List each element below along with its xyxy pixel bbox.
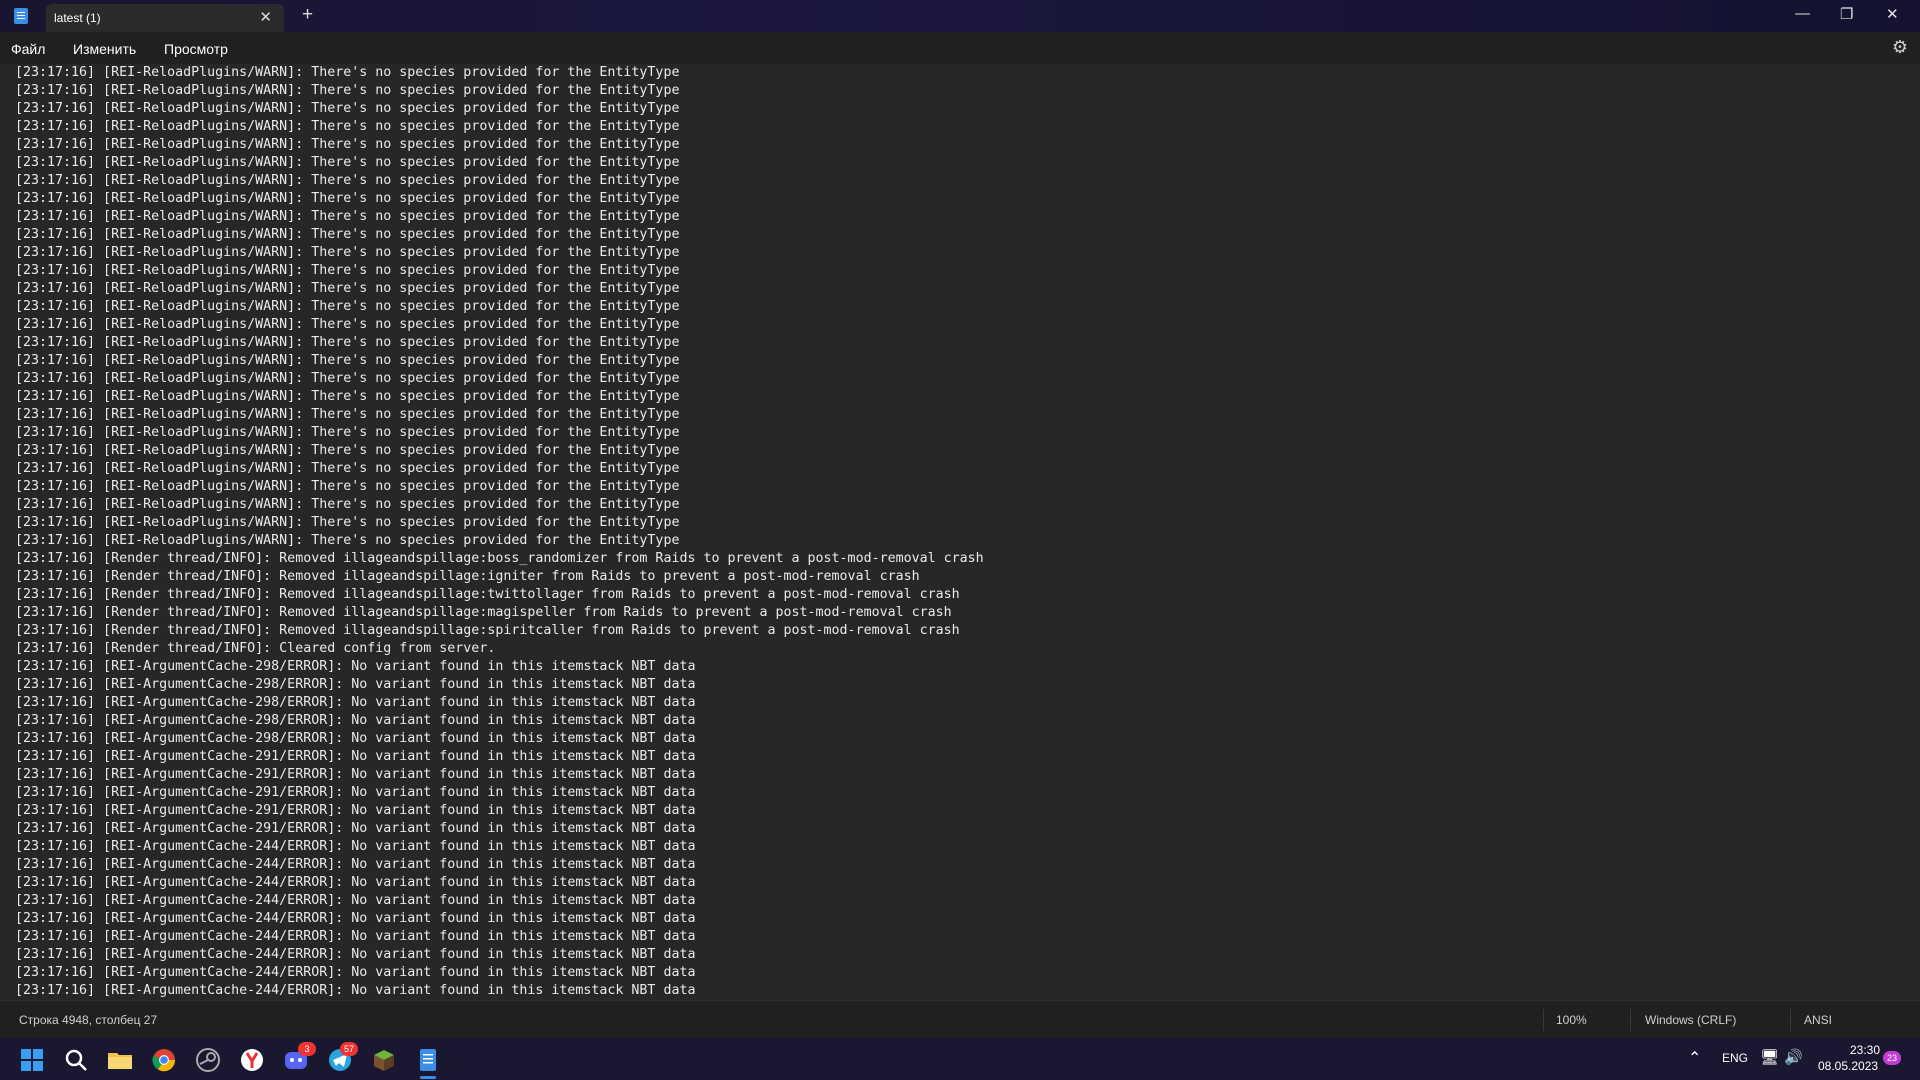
menu-edit[interactable]: Изменить — [73, 41, 136, 57]
file-explorer-icon[interactable] — [104, 1044, 136, 1076]
log-line: [23:17:16] [REI-ReloadPlugins/WARN]: The… — [15, 335, 680, 350]
log-line: [23:17:16] [REI-ReloadPlugins/WARN]: The… — [15, 245, 680, 260]
log-line: [23:17:16] [REI-ReloadPlugins/WARN]: The… — [15, 83, 680, 98]
active-app-indicator — [420, 1076, 436, 1079]
log-line: [23:17:16] [REI-ArgumentCache-244/ERROR]… — [15, 965, 696, 980]
title-bar: latest (1) ✕ + — ❐ ✕ — [0, 0, 1920, 32]
log-line: [23:17:16] [REI-ArgumentCache-244/ERROR]… — [15, 875, 696, 890]
status-divider — [1630, 1009, 1631, 1031]
log-line: [23:17:16] [REI-ArgumentCache-298/ERROR]… — [15, 731, 696, 746]
log-line: [23:17:16] [REI-ReloadPlugins/WARN]: The… — [15, 65, 680, 80]
log-line: [23:17:16] [REI-ArgumentCache-244/ERROR]… — [15, 947, 696, 962]
log-line: [23:17:16] [REI-ReloadPlugins/WARN]: The… — [15, 533, 680, 548]
text-editor[interactable]: [23:17:16] [REI-ReloadPlugins/WARN]: The… — [0, 64, 1920, 1000]
log-line: [23:17:16] [Render thread/INFO]: Removed… — [15, 605, 952, 620]
log-line: [23:17:16] [Render thread/INFO]: Removed… — [15, 623, 960, 638]
new-tab-button[interactable]: + — [302, 4, 313, 26]
log-line: [23:17:16] [REI-ReloadPlugins/WARN]: The… — [15, 353, 680, 368]
log-line: [23:17:16] [Render thread/INFO]: Removed… — [15, 551, 984, 566]
log-line: [23:17:16] [REI-ReloadPlugins/WARN]: The… — [15, 101, 680, 116]
network-icon[interactable]: 🖥 — [1760, 1048, 1779, 1066]
log-line: [23:17:16] [REI-ReloadPlugins/WARN]: The… — [15, 317, 680, 332]
log-line: [23:17:16] [REI-ReloadPlugins/WARN]: The… — [15, 389, 680, 404]
cursor-position: Строка 4948, столбец 27 — [19, 1013, 158, 1027]
notepad-taskbar-icon[interactable] — [412, 1044, 444, 1076]
log-line: [23:17:16] [REI-ArgumentCache-291/ERROR]… — [15, 749, 696, 764]
notification-badge[interactable]: 23 — [1883, 1051, 1901, 1065]
close-window-button[interactable]: ✕ — [1886, 5, 1899, 23]
notepad-icon — [14, 8, 28, 24]
menu-bar: Файл Изменить Просмотр ⚙ — [0, 32, 1920, 64]
windows-start-icon[interactable] — [16, 1044, 48, 1076]
menu-file[interactable]: Файл — [11, 41, 45, 57]
log-line: [23:17:16] [REI-ReloadPlugins/WARN]: The… — [15, 281, 680, 296]
chrome-icon[interactable] — [148, 1044, 180, 1076]
log-line: [23:17:16] [REI-ArgumentCache-298/ERROR]… — [15, 695, 696, 710]
log-line: [23:17:16] [REI-ArgumentCache-298/ERROR]… — [15, 677, 696, 692]
telegram-badge: 57 — [340, 1042, 358, 1056]
status-divider — [1790, 1009, 1791, 1031]
log-line: [23:17:16] [REI-ReloadPlugins/WARN]: The… — [15, 191, 680, 206]
volume-icon[interactable]: 🔊 — [1784, 1048, 1803, 1066]
log-line: [23:17:16] [Render thread/INFO]: Cleared… — [15, 641, 496, 656]
log-line: [23:17:16] [REI-ArgumentCache-244/ERROR]… — [15, 983, 696, 998]
taskbar: 3 57 ⌃ ENG 🖥 🔊 23:30 08.05.2023 23 — [0, 1038, 1920, 1080]
menu-view[interactable]: Просмотр — [164, 41, 228, 57]
log-line: [23:17:16] [REI-ReloadPlugins/WARN]: The… — [15, 461, 680, 476]
zoom-level: 100% — [1556, 1013, 1587, 1027]
log-line: [23:17:16] [REI-ArgumentCache-291/ERROR]… — [15, 785, 696, 800]
minimize-button[interactable]: — — [1795, 5, 1810, 22]
yandex-browser-icon[interactable] — [236, 1044, 268, 1076]
editor-lines: [23:17:16] [REI-ReloadPlugins/WARN]: The… — [15, 64, 984, 1000]
tab-title: latest (1) — [54, 11, 101, 25]
log-line: [23:17:16] [REI-ReloadPlugins/WARN]: The… — [15, 443, 680, 458]
language-indicator[interactable]: ENG — [1722, 1051, 1748, 1065]
discord-badge: 3 — [298, 1042, 316, 1056]
log-line: [23:17:16] [REI-ArgumentCache-291/ERROR]… — [15, 821, 696, 836]
close-tab-button[interactable]: ✕ — [259, 8, 272, 26]
log-line: [23:17:16] [REI-ArgumentCache-298/ERROR]… — [15, 659, 696, 674]
log-line: [23:17:16] [Render thread/INFO]: Removed… — [15, 569, 920, 584]
log-line: [23:17:16] [REI-ReloadPlugins/WARN]: The… — [15, 497, 680, 512]
minecraft-icon[interactable] — [368, 1044, 400, 1076]
log-line: [23:17:16] [REI-ArgumentCache-298/ERROR]… — [15, 713, 696, 728]
clock-time[interactable]: 23:30 — [1850, 1043, 1880, 1057]
log-line: [23:17:16] [REI-ReloadPlugins/WARN]: The… — [15, 227, 680, 242]
status-divider — [1543, 1009, 1544, 1031]
log-line: [23:17:16] [REI-ArgumentCache-291/ERROR]… — [15, 767, 696, 782]
log-line: [23:17:16] [REI-ArgumentCache-244/ERROR]… — [15, 929, 696, 944]
encoding: ANSI — [1804, 1013, 1833, 1027]
settings-gear-icon[interactable]: ⚙ — [1892, 37, 1908, 58]
log-line: [23:17:16] [Render thread/INFO]: Removed… — [15, 587, 960, 602]
maximize-button[interactable]: ❐ — [1840, 5, 1853, 23]
clock-date[interactable]: 08.05.2023 — [1818, 1059, 1878, 1073]
log-line: [23:17:16] [REI-ArgumentCache-244/ERROR]… — [15, 839, 696, 854]
log-line: [23:17:16] [REI-ReloadPlugins/WARN]: The… — [15, 299, 680, 314]
line-ending: Windows (CRLF) — [1645, 1013, 1737, 1027]
log-line: [23:17:16] [REI-ReloadPlugins/WARN]: The… — [15, 263, 680, 278]
status-bar: Строка 4948, столбец 27 100% Windows (CR… — [0, 1000, 1920, 1038]
log-line: [23:17:16] [REI-ArgumentCache-244/ERROR]… — [15, 893, 696, 908]
log-line: [23:17:16] [REI-ArgumentCache-291/ERROR]… — [15, 803, 696, 818]
log-line: [23:17:16] [REI-ReloadPlugins/WARN]: The… — [15, 173, 680, 188]
log-line: [23:17:16] [REI-ReloadPlugins/WARN]: The… — [15, 119, 680, 134]
log-line: [23:17:16] [REI-ReloadPlugins/WARN]: The… — [15, 425, 680, 440]
search-icon[interactable] — [60, 1044, 92, 1076]
steam-icon[interactable] — [192, 1044, 224, 1076]
log-line: [23:17:16] [REI-ReloadPlugins/WARN]: The… — [15, 155, 680, 170]
log-line: [23:17:16] [REI-ReloadPlugins/WARN]: The… — [15, 371, 680, 386]
log-line: [23:17:16] [REI-ReloadPlugins/WARN]: The… — [15, 515, 680, 530]
log-line: [23:17:16] [REI-ReloadPlugins/WARN]: The… — [15, 479, 680, 494]
log-line: [23:17:16] [REI-ReloadPlugins/WARN]: The… — [15, 137, 680, 152]
log-line: [23:17:16] [REI-ArgumentCache-244/ERROR]… — [15, 911, 696, 926]
chevron-up-icon[interactable]: ⌃ — [1688, 1048, 1701, 1068]
log-line: [23:17:16] [REI-ArgumentCache-244/ERROR]… — [15, 857, 696, 872]
log-line: [23:17:16] [REI-ReloadPlugins/WARN]: The… — [15, 407, 680, 422]
tab-latest[interactable]: latest (1) ✕ — [46, 4, 284, 32]
log-line: [23:17:16] [REI-ReloadPlugins/WARN]: The… — [15, 209, 680, 224]
